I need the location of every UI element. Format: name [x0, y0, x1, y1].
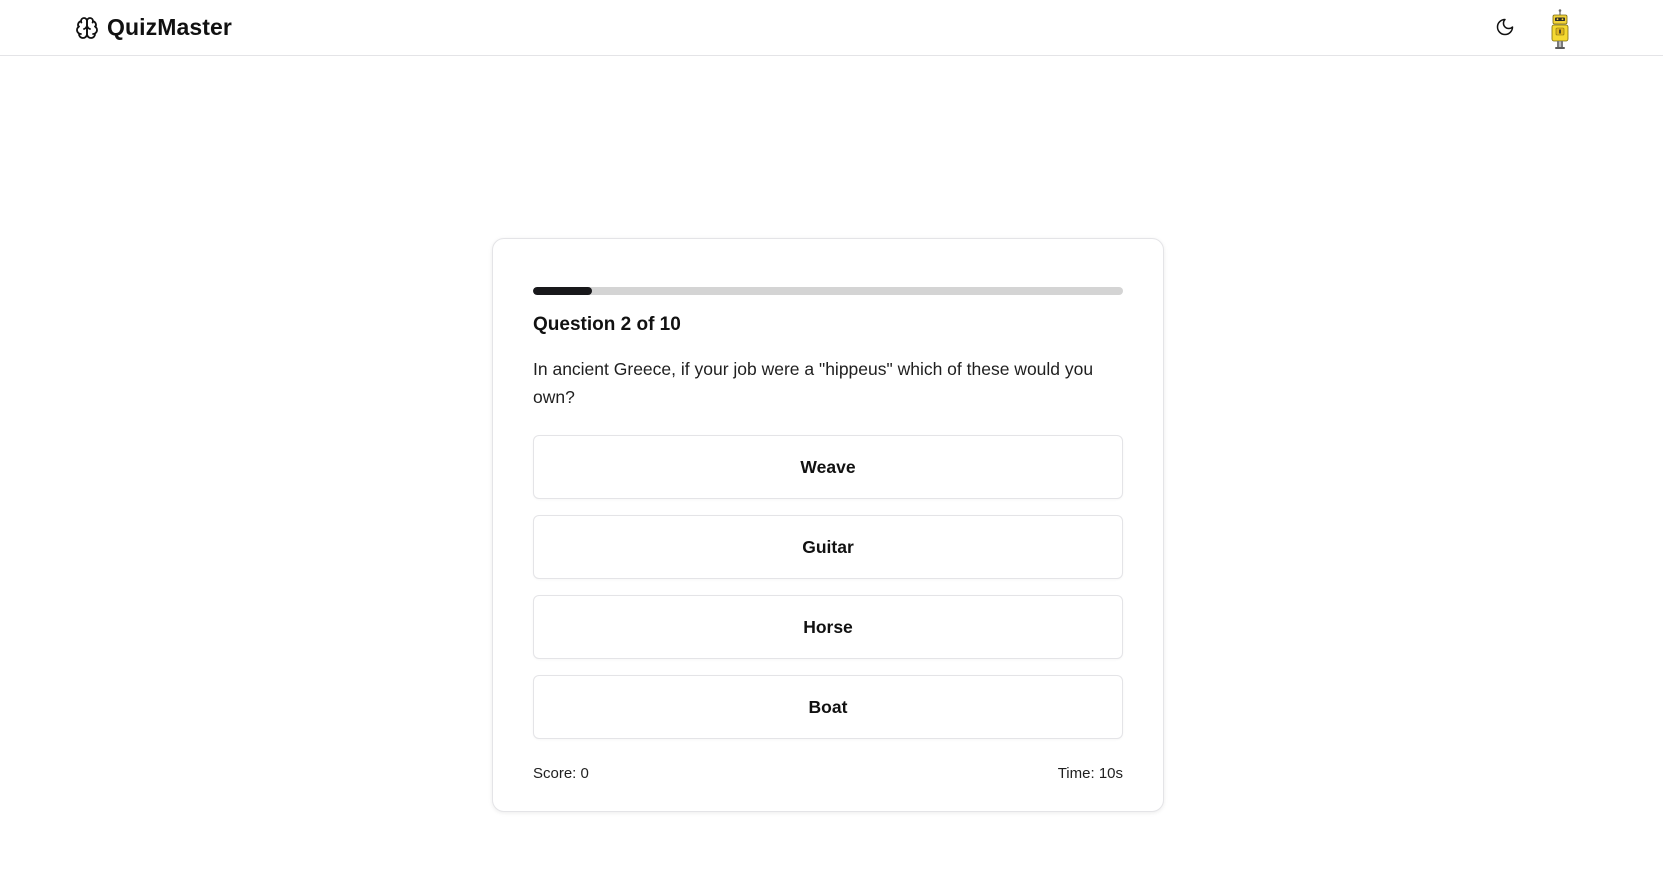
brand-logo-link[interactable]: QuizMaster	[75, 14, 232, 41]
quiz-progress-fill	[533, 287, 592, 295]
question-text: In ancient Greece, if your job were a "h…	[533, 359, 1094, 407]
question-counter: Question 2 of 10	[533, 314, 681, 335]
quiz-card: Question 2 of 10 In ancient Greece, if y…	[492, 238, 1164, 812]
score-display: Score: 0	[533, 765, 589, 782]
answer-option-boat[interactable]: Boat	[533, 675, 1123, 739]
answer-option-horse[interactable]: Horse	[533, 595, 1123, 659]
top-navbar: QuizMaster	[0, 0, 1663, 56]
user-avatar-button[interactable]	[1540, 8, 1580, 50]
quiz-progress-bar	[533, 287, 1123, 295]
moon-icon	[1496, 18, 1514, 36]
answer-option-weave[interactable]: Weave	[533, 435, 1123, 499]
theme-toggle-button[interactable]	[1492, 14, 1518, 40]
brain-icon	[76, 16, 98, 39]
robot-avatar-icon	[1551, 9, 1569, 49]
answer-options: Weave Guitar Horse Boat	[533, 435, 1123, 755]
brand-name: QuizMaster	[107, 14, 232, 40]
answer-option-guitar[interactable]: Guitar	[533, 515, 1123, 579]
quiz-footer: Score: 0 Time: 10s	[533, 765, 1123, 782]
timer-display: Time: 10s	[1057, 765, 1123, 782]
